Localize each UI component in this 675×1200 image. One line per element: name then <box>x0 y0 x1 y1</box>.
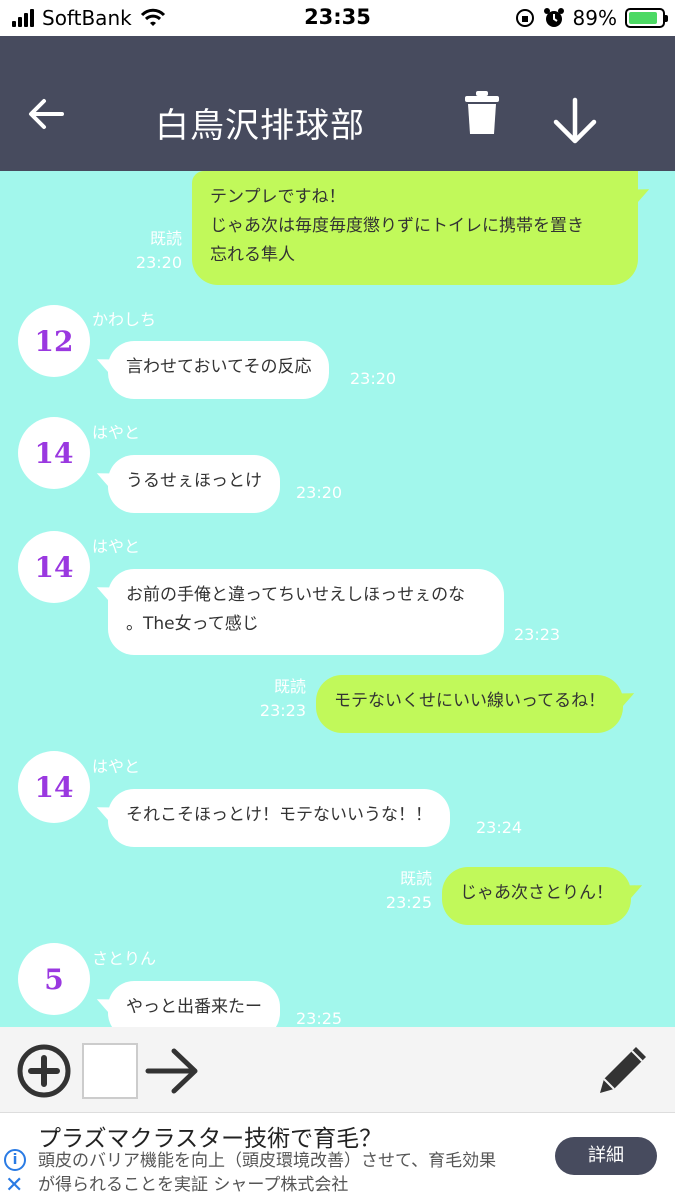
message-text: テンプレですね！ <box>210 187 346 207</box>
chat-area[interactable]: 既読 23:20 テンプレですね！ じゃあ次は毎度毎度懲りずにトイレに携帯を置き… <box>0 171 675 1027</box>
read-receipt: 既読 <box>399 869 432 888</box>
outgoing-message-bubble[interactable]: テンプレですね！ じゃあ次は毎度毎度懲りずにトイレに携帯を置き 忘れる隼人 <box>192 171 638 285</box>
trash-icon[interactable] <box>462 90 502 136</box>
close-icon[interactable]: ✕ <box>5 1173 23 1199</box>
ad-description-line: 頭皮のバリア機能を向上（頭皮環境改善）させて、育毛効果 <box>38 1151 497 1171</box>
sender-name: はやと <box>92 757 141 776</box>
message-text: それこそほっとけ！モテないいうな！！ <box>126 805 432 825</box>
read-receipt: 既読 <box>273 677 306 696</box>
sender-name: かわしち <box>92 310 157 329</box>
incoming-message-bubble[interactable]: やっと出番来たー <box>108 981 280 1027</box>
ad-detail-button[interactable]: 詳細 <box>555 1137 657 1175</box>
input-bar <box>0 1027 675 1112</box>
chat-title: 白鳥沢排球部 <box>155 106 365 146</box>
alarm-icon <box>543 8 564 27</box>
ad-description: 頭皮のバリア機能を向上（頭皮環境改善）させて、育毛効果 が得られることを実証 シ… <box>38 1149 538 1197</box>
message-time: 23:20 <box>350 369 397 388</box>
message-meta: 既読 23:20 <box>120 227 182 275</box>
sender-name: さとりん <box>92 949 157 968</box>
message-time: 23:25 <box>385 893 432 912</box>
info-icon[interactable]: i <box>4 1149 26 1171</box>
message-text: 。The女って感じ <box>126 614 259 634</box>
battery-icon <box>625 8 668 28</box>
message-text: モテないくせにいい線いってるね！ <box>334 691 606 711</box>
avatar[interactable]: 12 <box>18 305 90 377</box>
back-arrow-icon[interactable] <box>26 94 66 134</box>
ad-headline[interactable]: プラズマクラスター技術で育毛？ <box>38 1119 382 1153</box>
message-time: 23:25 <box>296 1009 343 1027</box>
avatar[interactable]: 14 <box>18 751 90 823</box>
incoming-message-bubble[interactable]: うるせぇほっとけ <box>108 455 280 513</box>
message-meta: 既読 23:25 <box>370 867 432 915</box>
ad-banner[interactable]: i ✕ プラズマクラスター技術で育毛？ 頭皮のバリア機能を向上（頭皮環境改善）さ… <box>0 1112 675 1200</box>
message-text: やっと出番来たー <box>126 997 262 1017</box>
send-arrow-icon[interactable] <box>144 1047 200 1095</box>
chat-header: 白鳥沢排球部 <box>0 36 675 171</box>
message-text: じゃあ次は毎度毎度懲りずにトイレに携帯を置き <box>210 216 584 236</box>
message-time: 23:20 <box>135 253 182 272</box>
message-time: 23:20 <box>296 483 343 502</box>
message-time: 23:24 <box>476 818 523 837</box>
outgoing-message-bubble[interactable]: モテないくせにいい線いってるね！ <box>316 675 624 733</box>
sender-name: はやと <box>92 537 141 556</box>
outgoing-message-bubble[interactable]: じゃあ次さとりん！ <box>442 867 631 925</box>
message-text: お前の手俺と違ってちいせえしほっせぇのな <box>126 585 466 605</box>
message-time: 23:23 <box>514 625 561 644</box>
message-text: 言わせておいてその反応 <box>126 357 312 377</box>
avatar[interactable]: 14 <box>18 531 90 603</box>
message-time: 23:23 <box>259 701 306 720</box>
message-text: じゃあ次さとりん！ <box>460 883 613 903</box>
battery-percentage: 89% <box>572 6 617 30</box>
add-circle-icon[interactable] <box>16 1043 72 1099</box>
incoming-message-bubble[interactable]: それこそほっとけ！モテないいうな！！ <box>108 789 450 847</box>
message-meta: 既読 23:23 <box>244 675 306 723</box>
ad-description-line: が得られることを実証 シャープ株式会社 <box>38 1175 349 1195</box>
scroll-down-arrow-icon[interactable] <box>550 96 600 146</box>
sender-name: はやと <box>92 423 141 442</box>
status-bar: SoftBank 23:35 89% <box>0 0 675 36</box>
incoming-message-bubble[interactable]: お前の手俺と違ってちいせえしほっせぇのな 。The女って感じ <box>108 569 504 655</box>
pencil-icon[interactable] <box>592 1041 652 1101</box>
read-receipt: 既読 <box>149 229 182 248</box>
orientation-lock-icon <box>515 9 534 27</box>
message-text: 忘れる隼人 <box>210 245 295 265</box>
incoming-message-bubble[interactable]: 言わせておいてその反応 <box>108 341 330 399</box>
avatar[interactable]: 5 <box>18 943 90 1015</box>
avatar[interactable]: 14 <box>18 417 90 489</box>
message-text: うるせぇほっとけ <box>126 471 262 491</box>
image-placeholder-box[interactable] <box>82 1043 138 1099</box>
